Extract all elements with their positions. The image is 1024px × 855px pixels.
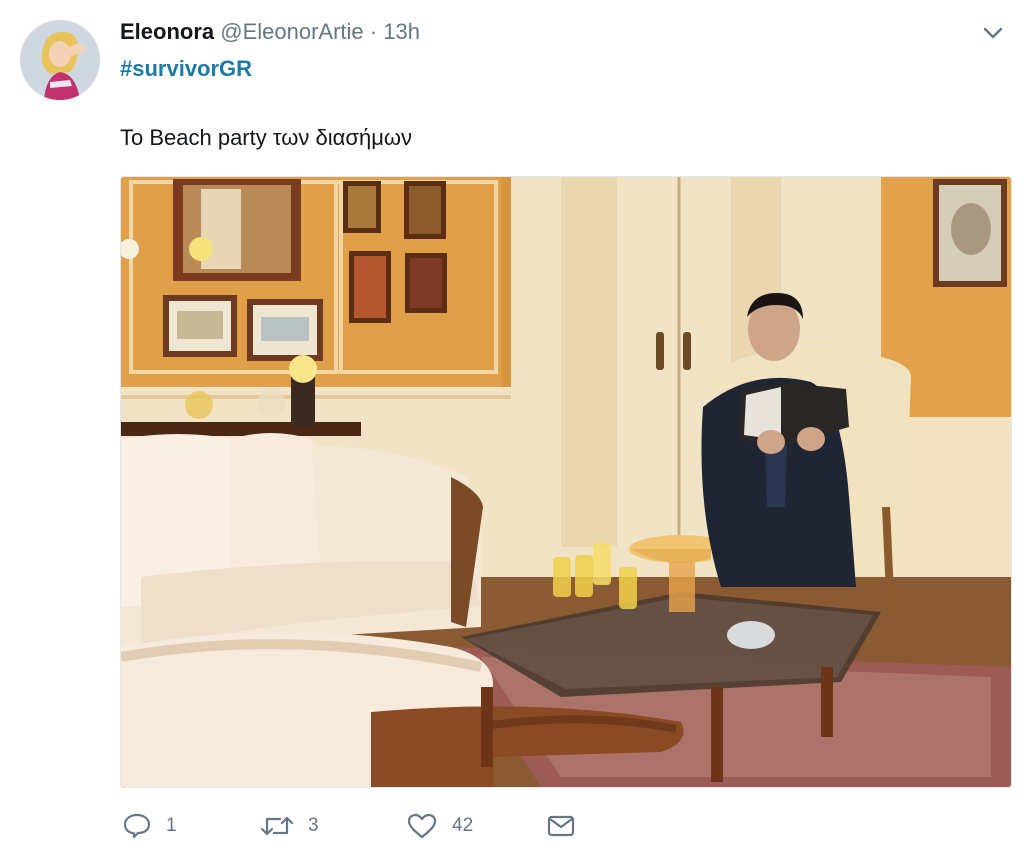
retweet-icon [260,816,294,836]
like-button[interactable]: 42 [406,808,473,844]
reply-button[interactable]: 1 [122,808,177,844]
direct-message-button[interactable] [546,808,590,844]
user-handle[interactable]: @EleonorArtie [220,19,363,44]
retweet-count: 3 [308,815,319,836]
user-avatar[interactable] [20,20,100,100]
heart-icon [407,813,437,839]
tweet-actions: 1 3 42 [120,808,600,844]
separator-dot: · [369,19,378,44]
timestamp[interactable]: 13h [383,19,420,44]
tweet-header: Eleonora @EleonorArtie · 13h [120,18,420,46]
like-count: 42 [452,815,474,836]
reply-icon [123,813,151,839]
reply-count: 1 [166,815,177,836]
tweet-text: To Beach party των διασήμων [120,125,413,150]
retweet-button[interactable]: 3 [260,808,319,844]
living-room-scene [121,177,1011,787]
avatar-illustration [20,20,100,100]
chevron-down-icon[interactable] [980,22,1006,44]
envelope-icon [547,815,575,837]
tweet: Eleonora @EleonorArtie · 13h #survivorGR… [0,0,1024,855]
tweet-image[interactable] [120,176,1012,788]
display-name[interactable]: Eleonora [120,19,214,44]
hashtag-link[interactable]: #survivorGR [120,55,252,83]
